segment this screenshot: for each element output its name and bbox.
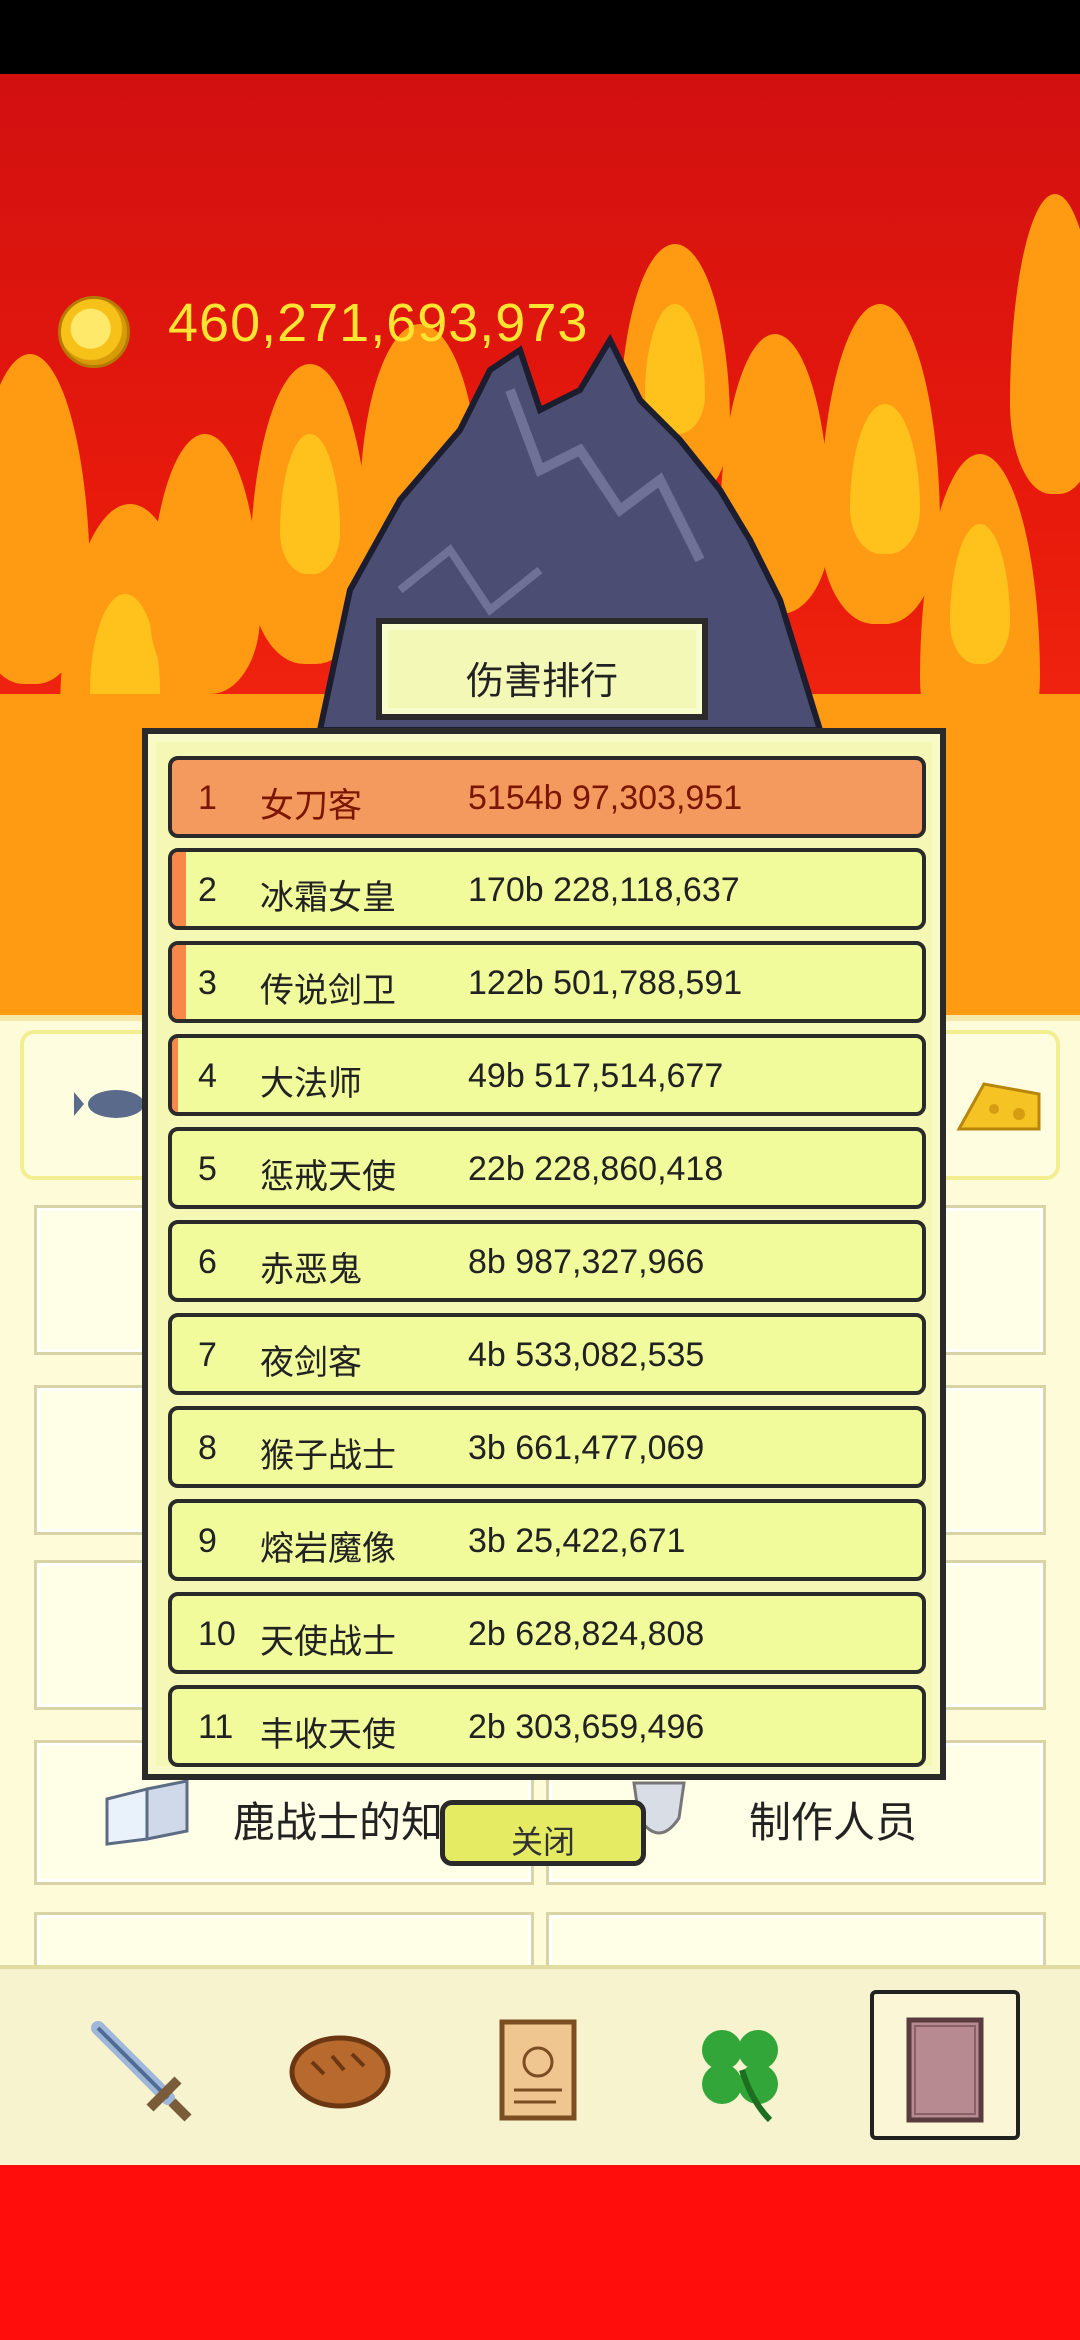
rank-number: 2: [198, 871, 217, 909]
damage-value: 122b 501,788,591: [468, 964, 743, 1002]
hero-name: 天使战士: [260, 1622, 396, 1662]
gold-amount: 460,271,693,973: [168, 293, 589, 353]
damage-value: 3b 661,477,069: [468, 1429, 705, 1467]
gold-coin-icon: [58, 296, 130, 368]
hero-name: 冰霜女皇: [260, 878, 396, 918]
rank-number: 11: [198, 1708, 234, 1746]
hero-name: 熔岩魔像: [260, 1529, 396, 1569]
ranking-row[interactable]: 8 猴子战士 3b 661,477,069: [168, 1406, 926, 1488]
rank-number: 9: [198, 1522, 217, 1560]
rank-number: 8: [198, 1429, 217, 1467]
rank-number: 6: [198, 1243, 217, 1281]
ranking-row[interactable]: 11 丰收天使 2b 303,659,496: [168, 1685, 926, 1767]
hero-name: 夜剑客: [260, 1343, 362, 1383]
close-button-label: 关闭: [510, 1823, 575, 1861]
damage-value: 5154b 97,303,951: [468, 779, 743, 817]
hero-name: 传说剑卫: [260, 971, 396, 1011]
close-button[interactable]: 关闭: [440, 1800, 646, 1866]
row-accent: [172, 945, 186, 1019]
hero-name: 赤恶鬼: [260, 1250, 362, 1290]
book-icon[interactable]: [885, 2010, 1005, 2130]
damage-value: 8b 987,327,966: [468, 1243, 705, 1281]
rank-number: 4: [198, 1057, 217, 1095]
scroll-icon[interactable]: [480, 2010, 600, 2130]
ranking-row[interactable]: 5 惩戒天使 22b 228,860,418: [168, 1127, 926, 1209]
damage-ranking-panel[interactable]: 1 女刀客 5154b 97,303,951 2 冰霜女皇 170b 228,1…: [142, 728, 946, 1780]
ranking-row[interactable]: 3 传说剑卫 122b 501,788,591: [168, 941, 926, 1023]
rank-number: 10: [198, 1615, 236, 1653]
rank-number: 3: [198, 964, 217, 1002]
hero-name: 惩戒天使: [260, 1157, 396, 1197]
clover-icon[interactable]: [680, 2010, 800, 2130]
damage-value: 22b 228,860,418: [468, 1150, 724, 1188]
damage-value: 2b 628,824,808: [468, 1615, 705, 1653]
cheese-icon: [956, 1082, 1041, 1131]
credits-label: 制作人员: [749, 1798, 918, 1847]
ranking-row[interactable]: 1 女刀客 5154b 97,303,951: [168, 756, 926, 838]
hero-name: 丰收天使: [260, 1715, 396, 1755]
hero-name: 大法师: [260, 1064, 362, 1104]
rank-number: 1: [198, 779, 217, 817]
ranking-title: 伤害排行: [465, 659, 618, 703]
row-accent: [172, 1038, 178, 1112]
ranking-row[interactable]: 7 夜剑客 4b 533,082,535: [168, 1313, 926, 1395]
ranking-row[interactable]: 6 赤恶鬼 8b 987,327,966: [168, 1220, 926, 1302]
rank-number: 7: [198, 1336, 217, 1374]
damage-value: 170b 228,118,637: [468, 871, 740, 909]
rank-number: 5: [198, 1150, 217, 1188]
open-book-icon: [105, 1779, 189, 1846]
damage-value: 4b 533,082,535: [468, 1336, 705, 1374]
row-accent: [172, 852, 186, 926]
status-bar: [0, 0, 1080, 74]
bottom-red-strip: [0, 2165, 1080, 2340]
bread-icon[interactable]: [280, 2010, 400, 2130]
ranking-row[interactable]: 2 冰霜女皇 170b 228,118,637: [168, 848, 926, 930]
hero-name: 女刀客: [260, 786, 362, 826]
sword-icon[interactable]: [80, 2010, 200, 2130]
knowledge-label: 鹿战士的知: [233, 1798, 444, 1847]
ranking-title-box: 伤害排行: [376, 618, 708, 720]
damage-value: 49b 517,514,677: [468, 1057, 724, 1095]
hero-name: 猴子战士: [260, 1436, 396, 1476]
ranking-row[interactable]: 9 熔岩魔像 3b 25,422,671: [168, 1499, 926, 1581]
damage-value: 3b 25,422,671: [468, 1522, 686, 1560]
ranking-row[interactable]: 10 天使战士 2b 628,824,808: [168, 1592, 926, 1674]
ranking-row[interactable]: 4 大法师 49b 517,514,677: [168, 1034, 926, 1116]
damage-value: 2b 303,659,496: [468, 1708, 705, 1746]
